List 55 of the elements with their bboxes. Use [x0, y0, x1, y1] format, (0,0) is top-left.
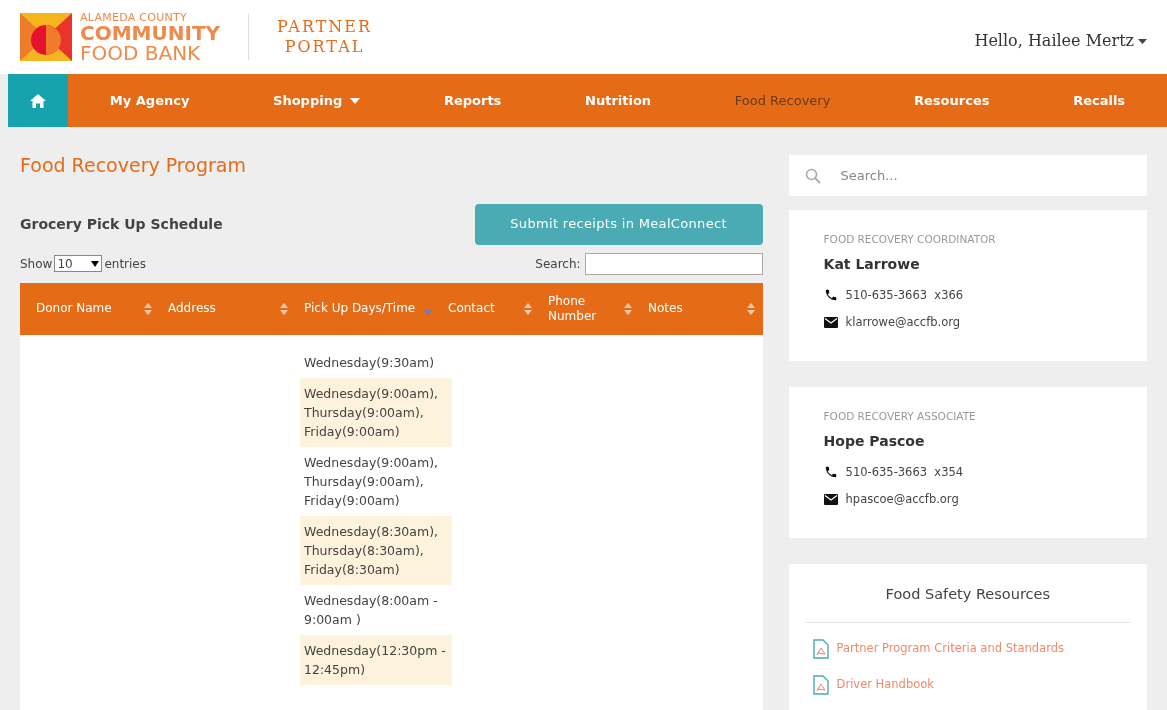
nav-item[interactable]: Nutrition [585, 90, 652, 111]
search-label: Search: [535, 255, 581, 273]
portal-title: PORTAL [284, 37, 365, 57]
logo-text: FOOD BANK [80, 42, 202, 63]
nav-item[interactable]: Recalls [1073, 90, 1126, 111]
resources-title: Food Safety Resources [804, 584, 1131, 623]
home-icon [30, 93, 46, 108]
search-input[interactable]: Search... [840, 165, 1131, 186]
entries-label: entries [104, 255, 146, 273]
column-header[interactable]: Pick Up Days/Time [296, 282, 440, 335]
phone-icon [823, 465, 838, 480]
show-label: Show [20, 255, 53, 273]
submit-receipts-button[interactable]: Submit receipts in MealConnect [474, 203, 763, 245]
contact-role: FOOD RECOVERY COORDINATOR [823, 232, 997, 247]
contact-email[interactable]: klarrowe@accfb.org [845, 314, 961, 332]
contact-email[interactable]: hpascoe@accfb.org [845, 491, 959, 509]
column-header[interactable]: Donor Name [20, 282, 160, 335]
portal-title: PARTNER [277, 17, 373, 37]
caret-icon [1138, 38, 1147, 44]
mail-icon [823, 317, 838, 329]
contact-role: FOOD RECOVERY ASSOCIATE [823, 409, 977, 424]
column-header[interactable]: Address [160, 282, 296, 335]
contact-name: Hope Pascoe [823, 431, 926, 451]
apple-logo-icon [20, 13, 72, 61]
mail-icon [823, 494, 838, 506]
nav-item[interactable]: Food Recovery [734, 90, 831, 111]
nav-item[interactable]: Reports [443, 90, 502, 111]
table-search-field[interactable] [584, 252, 763, 275]
search-icon [804, 167, 821, 184]
home-button[interactable] [8, 74, 68, 127]
table-cell: Wednesday(9:00am), Thursday(9:00am), Friday(9:00am) [300, 377, 452, 447]
pdf-file-icon [812, 638, 829, 659]
table-cell: Wednesday(8:30am), Thursday(8:30am), Friday(8:30am) [300, 515, 452, 585]
column-header[interactable]: Phone Number [540, 282, 640, 335]
contact-name: Kat Larrowe [823, 254, 921, 274]
column-header[interactable]: Notes [640, 282, 763, 335]
page-size-select[interactable]: 10 [54, 255, 103, 272]
pdf-file-icon [812, 674, 829, 695]
contact-phone: 510-635-3663 x366 [845, 286, 964, 304]
phone-icon [823, 288, 838, 303]
logo-text: ALAMEDA COUNTY [80, 11, 189, 23]
nav-item[interactable]: My Agency [109, 90, 190, 111]
contact-phone: 510-635-3663 x354 [845, 463, 964, 481]
resource-link[interactable]: Driver Handbook [836, 676, 934, 694]
page-title: Food Recovery Program [20, 153, 247, 178]
nav-item[interactable]: Shopping [273, 90, 361, 111]
table-cell: Wednesday(12:30pm - 12:45pm) [300, 634, 452, 685]
section-title: Grocery Pick Up Schedule [20, 214, 223, 234]
site-search-field[interactable]: Search... [788, 155, 1147, 196]
nav-item[interactable]: Resources [914, 90, 990, 111]
dropdown-arrow-icon [91, 260, 100, 267]
resource-link[interactable]: Partner Program Criteria and Standards [836, 640, 1064, 658]
user-menu[interactable]: Hello, Hailee Mertz [974, 29, 1147, 53]
logo-text: COMMUNITY [80, 22, 221, 43]
column-header[interactable]: Contact [440, 282, 540, 335]
